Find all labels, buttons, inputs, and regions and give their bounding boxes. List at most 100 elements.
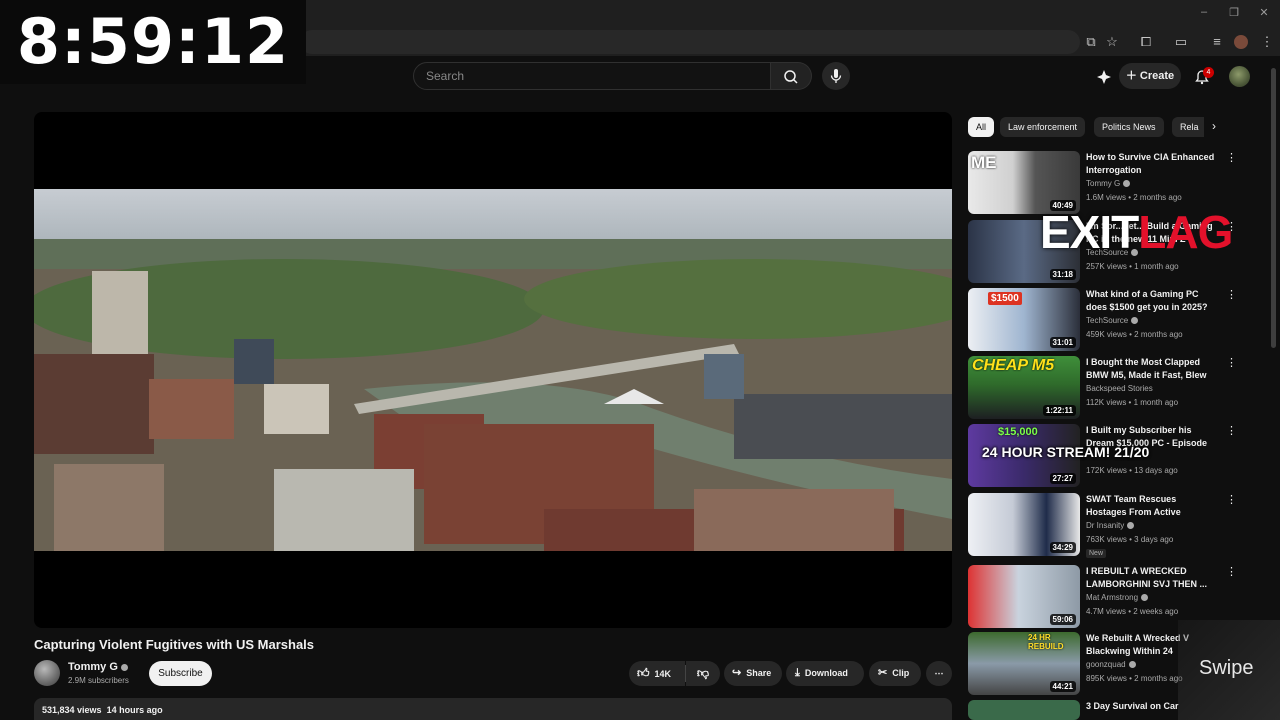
recommendation-title[interactable]: I REBUILT A WRECKED LAMBORGHINI SVJ THEN… bbox=[1086, 565, 1216, 591]
thumbnail-text: 24 HR REBUILD bbox=[1028, 633, 1064, 651]
download-button[interactable]: ⤓ Download bbox=[786, 661, 864, 686]
video-thumbnail[interactable]: ME 40:49 bbox=[968, 151, 1080, 214]
recommendation-meta: 172K views • 13 days ago bbox=[1086, 466, 1178, 475]
subscribe-button[interactable]: Subscribe bbox=[149, 661, 212, 686]
share-icon: ↪ bbox=[732, 667, 742, 679]
bookmark-star-icon[interactable]: ☆ bbox=[1103, 33, 1121, 51]
more-horizontal-icon: ⋯ bbox=[934, 668, 944, 678]
browser-menu-icon[interactable]: ⋮ bbox=[1258, 33, 1276, 51]
verified-icon bbox=[1123, 180, 1131, 188]
download-label: Download bbox=[804, 668, 848, 678]
thumbs-down-icon: 👎︎ bbox=[696, 666, 710, 680]
download-icon: ⤓ bbox=[795, 667, 800, 679]
channel-text: goonzquad bbox=[1086, 660, 1126, 669]
recommendation-meta: 763K views • 3 days ago bbox=[1086, 535, 1174, 544]
create-label: Create bbox=[1139, 70, 1175, 82]
recommendation-meta: 4.7M views • 2 weeks ago bbox=[1086, 607, 1179, 616]
search-button[interactable] bbox=[771, 62, 812, 90]
notification-count-badge: 4 bbox=[1203, 67, 1214, 78]
close-icon[interactable]: ✕ bbox=[1256, 6, 1272, 20]
chip-related[interactable]: Rela bbox=[1172, 117, 1204, 137]
video-thumbnail[interactable]: 59:06 bbox=[968, 565, 1080, 628]
more-vertical-icon[interactable]: ⋮ bbox=[1226, 288, 1237, 301]
channel-text: TechSource bbox=[1086, 316, 1129, 325]
verified-icon bbox=[1127, 522, 1135, 530]
gemini-icon[interactable] bbox=[1095, 68, 1113, 86]
duration-badge: 44:21 bbox=[1049, 681, 1076, 692]
channel-name[interactable]: Tommy G bbox=[68, 661, 128, 673]
voice-search-button[interactable] bbox=[822, 62, 850, 90]
extensions-icon[interactable]: ⧠ bbox=[1137, 33, 1155, 51]
address-bar[interactable] bbox=[300, 30, 1080, 54]
install-app-icon[interactable]: ⧉ bbox=[1082, 33, 1100, 51]
video-player[interactable] bbox=[34, 112, 952, 628]
channel-name-text: Tommy G bbox=[68, 661, 118, 673]
video-thumbnail[interactable]: CHEAP M5 1:22:11 bbox=[968, 356, 1080, 419]
verified-icon bbox=[120, 663, 128, 671]
scrollbar-thumb[interactable] bbox=[1271, 68, 1276, 348]
like-count: 14K bbox=[654, 669, 672, 679]
thumbnail-text: ME bbox=[971, 153, 997, 172]
list-item[interactable]: 34:29 SWAT Team Rescues Hostages From Ac… bbox=[968, 493, 1258, 558]
recommendation-title[interactable]: I Bought the Most Clapped BMW M5, Made i… bbox=[1086, 356, 1216, 382]
more-vertical-icon[interactable]: ⋮ bbox=[1226, 151, 1237, 164]
chip-all[interactable]: All bbox=[968, 117, 995, 137]
reading-list-icon[interactable]: ≡ bbox=[1208, 33, 1226, 51]
dislike-button[interactable]: 👎︎ bbox=[686, 661, 720, 686]
clip-button[interactable]: ✂ Clip bbox=[869, 661, 921, 686]
more-vertical-icon[interactable]: ⋮ bbox=[1226, 356, 1237, 369]
recommendation-channel[interactable]: Backspeed Stories bbox=[1086, 384, 1153, 393]
exitlag-watermark: EXITLAG bbox=[1040, 206, 1233, 258]
video-frame-city-aerial bbox=[34, 189, 952, 551]
video-thumbnail[interactable]: 34:29 bbox=[968, 493, 1080, 556]
more-vertical-icon[interactable]: ⋮ bbox=[1226, 565, 1237, 578]
recommendation-title[interactable]: What kind of a Gaming PC does $1500 get … bbox=[1086, 288, 1216, 314]
exitlag-left-text: EXIT bbox=[1040, 206, 1139, 258]
recommendation-channel[interactable]: Tommy G bbox=[1086, 179, 1131, 188]
chip-law-enforcement[interactable]: Law enforcement bbox=[1000, 117, 1086, 137]
account-avatar[interactable] bbox=[1229, 66, 1250, 87]
scissors-icon: ✂ bbox=[878, 667, 888, 679]
clip-label: Clip bbox=[892, 668, 910, 678]
browser-profile-avatar[interactable] bbox=[1234, 35, 1248, 49]
clock-overlay: 8:59:12 bbox=[0, 0, 306, 84]
share-button[interactable]: ↪ Share bbox=[724, 661, 782, 686]
recommendation-channel[interactable]: goonzquad bbox=[1086, 660, 1136, 669]
exitlag-right-text: LAG bbox=[1138, 206, 1233, 258]
new-badge: New bbox=[1086, 549, 1107, 558]
subscriber-count: 2.9M subscribers bbox=[68, 676, 129, 685]
video-stats: 531,834 views 14 hours ago bbox=[42, 705, 163, 715]
thumbs-up-icon: 👍︎ bbox=[637, 666, 650, 680]
description-box[interactable] bbox=[34, 698, 952, 720]
restore-icon[interactable]: ❐ bbox=[1226, 6, 1242, 20]
upload-age: 14 hours ago bbox=[106, 705, 163, 715]
more-actions-button[interactable]: ⋯ bbox=[926, 661, 952, 686]
media-icon[interactable]: ▭ bbox=[1172, 33, 1190, 51]
search-input[interactable]: Search bbox=[413, 62, 771, 90]
recommendation-title[interactable]: SWAT Team Rescues Hostages From Active S… bbox=[1086, 493, 1216, 519]
channel-text: Backspeed Stories bbox=[1086, 384, 1153, 393]
chip-politics-news[interactable]: Politics News bbox=[1094, 117, 1164, 137]
more-vertical-icon[interactable]: ⋮ bbox=[1226, 493, 1237, 506]
chips-next-chevron-icon[interactable]: › bbox=[1212, 119, 1216, 133]
recommendation-channel[interactable]: Mat Armstrong bbox=[1086, 593, 1149, 602]
recommendation-channel[interactable]: TechSource bbox=[1086, 316, 1139, 325]
recommendation-channel[interactable]: Dr Insanity bbox=[1086, 521, 1135, 530]
create-button[interactable]: ＋ Create bbox=[1119, 63, 1181, 89]
verified-icon bbox=[1131, 317, 1139, 325]
duration-badge: 59:06 bbox=[1049, 614, 1076, 625]
recommendation-title[interactable]: How to Survive CIA Enhanced Interrogatio… bbox=[1086, 151, 1216, 177]
list-item[interactable]: CHEAP M5 1:22:11 I Bought the Most Clapp… bbox=[968, 356, 1258, 420]
list-item[interactable]: $1500 31:01 What kind of a Gaming PC doe… bbox=[968, 288, 1258, 352]
channel-text: Dr Insanity bbox=[1086, 521, 1125, 530]
video-thumbnail[interactable] bbox=[968, 700, 1080, 720]
channel-avatar[interactable] bbox=[34, 660, 60, 686]
recommendation-meta: 112K views • 1 month ago bbox=[1086, 398, 1179, 407]
like-button[interactable]: 👍︎ 14K bbox=[629, 661, 685, 686]
video-thumbnail[interactable]: 24 HR REBUILD 44:21 bbox=[968, 632, 1080, 695]
thumbnail-text: $1500 bbox=[988, 292, 1022, 305]
video-title: Capturing Violent Fugitives with US Mars… bbox=[34, 637, 315, 652]
video-thumbnail[interactable]: $1500 31:01 bbox=[968, 288, 1080, 351]
more-vertical-icon[interactable]: ⋮ bbox=[1226, 424, 1237, 437]
minimize-icon[interactable]: – bbox=[1196, 6, 1212, 20]
